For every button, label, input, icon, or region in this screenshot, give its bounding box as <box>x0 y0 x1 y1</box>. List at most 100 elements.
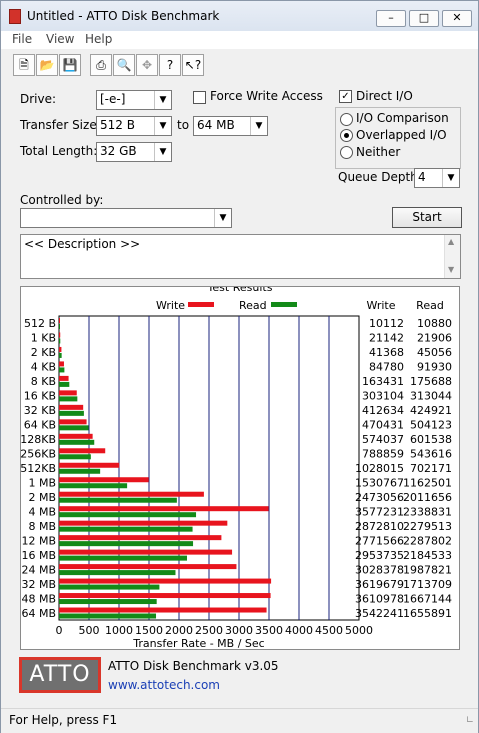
resize-grip-icon[interactable]: ∟ <box>466 715 474 726</box>
read-bar <box>59 381 70 387</box>
write-bar <box>59 564 237 570</box>
write-value-label: 1530767 <box>355 476 404 489</box>
open-icon[interactable]: 📂 <box>36 54 58 76</box>
category-label: 16 KB <box>24 390 56 403</box>
transfer-size-from-select[interactable]: 512 B ▼ <box>96 116 172 136</box>
x-tick-label: 5000 <box>345 624 373 637</box>
close-button[interactable]: ✕ <box>442 10 472 27</box>
read-bar <box>59 512 197 518</box>
io-comparison-radio[interactable] <box>340 113 353 126</box>
category-label: 2 KB <box>31 346 56 359</box>
menu-file[interactable]: File <box>12 32 32 46</box>
x-tick-label: 3000 <box>225 624 253 637</box>
category-label: 512 B <box>24 317 56 330</box>
print-icon[interactable]: ⎙ <box>90 54 112 76</box>
direct-io-label[interactable]: Direct I/O <box>356 89 413 103</box>
x-tick-label: 4000 <box>285 624 313 637</box>
write-value-label: 2872810 <box>355 520 404 533</box>
website-link[interactable]: www.attotech.com <box>108 678 220 692</box>
category-label: 512KB <box>21 462 56 475</box>
write-bar <box>59 477 149 483</box>
category-label: 4 KB <box>31 361 56 374</box>
chevron-down-icon: ▼ <box>250 117 267 135</box>
category-label: 1 KB <box>31 332 56 345</box>
direct-io-checkbox[interactable]: ✓ <box>339 90 352 103</box>
x-tick-label: 2000 <box>165 624 193 637</box>
description-textarea[interactable]: << Description >> ▲ ▼ <box>20 234 461 279</box>
new-icon[interactable]: 🗎 <box>13 54 35 76</box>
read-value-label: 702171 <box>410 462 452 475</box>
queue-depth-select[interactable]: 4 ▼ <box>414 168 460 188</box>
read-bar <box>59 468 101 474</box>
overlapped-io-label[interactable]: Overlapped I/O <box>356 128 447 142</box>
scroll-up-icon[interactable]: ▲ <box>448 237 454 246</box>
menu-view[interactable]: View <box>46 32 74 46</box>
read-bar <box>59 570 176 576</box>
drive-select[interactable]: [-e-] ▼ <box>96 90 172 110</box>
save-icon[interactable]: 💾 <box>59 54 81 76</box>
description-scrollbar[interactable]: ▲ ▼ <box>444 235 460 278</box>
write-value-label: 10112 <box>369 317 404 330</box>
read-value-label: 2184533 <box>403 549 452 562</box>
read-value-label: 424921 <box>410 404 452 417</box>
io-comparison-label[interactable]: I/O Comparison <box>356 111 449 125</box>
results-title: Test Results <box>207 287 273 294</box>
x-axis-label: Transfer Rate - MB / Sec <box>132 637 264 649</box>
read-value-label: 175688 <box>410 375 452 388</box>
chevron-down-icon: ▼ <box>154 91 171 109</box>
write-bar <box>59 491 204 497</box>
write-bar <box>59 419 87 425</box>
chevron-down-icon: ▼ <box>442 169 459 187</box>
read-bar <box>59 555 187 561</box>
read-bar <box>59 410 84 416</box>
write-value-label: 1028015 <box>355 462 404 475</box>
neither-label[interactable]: Neither <box>356 145 400 159</box>
write-bar <box>59 520 228 526</box>
category-label: 24 MB <box>21 563 56 576</box>
context-help-icon[interactable]: ↖? <box>182 54 204 76</box>
force-write-checkbox[interactable] <box>193 91 206 104</box>
write-bar <box>59 346 62 352</box>
write-value-label: 3542241 <box>355 607 404 620</box>
category-label: 32 KB <box>24 404 56 417</box>
transfer-size-to-select[interactable]: 64 MB ▼ <box>193 116 268 136</box>
scroll-down-icon[interactable]: ▼ <box>448 265 454 274</box>
product-name: ATTO Disk Benchmark v3.05 <box>108 659 279 673</box>
col-header-write: Write <box>366 299 395 312</box>
write-value-label: 303104 <box>362 390 404 403</box>
force-write-label[interactable]: Force Write Access <box>210 89 323 103</box>
read-bar <box>59 352 62 358</box>
help-icon[interactable]: ? <box>159 54 181 76</box>
total-length-select[interactable]: 32 GB ▼ <box>96 142 172 162</box>
neither-radio[interactable] <box>340 146 353 159</box>
minimize-button[interactable]: – <box>376 10 406 27</box>
print-preview-icon[interactable]: 🔍 <box>113 54 135 76</box>
start-button[interactable]: Start <box>392 207 462 228</box>
category-label: 64 KB <box>24 419 56 432</box>
write-value-label: 84780 <box>369 361 404 374</box>
read-bar <box>59 541 194 547</box>
atto-logo: ATTO <box>19 657 101 693</box>
chevron-down-icon: ▼ <box>214 209 231 227</box>
maximize-button[interactable]: □ <box>409 10 439 27</box>
write-bar <box>59 535 222 541</box>
controlled-by-label: Controlled by: <box>20 193 104 207</box>
to-label: to <box>177 118 190 132</box>
read-value-label: 91930 <box>417 361 452 374</box>
read-value-label: 1713709 <box>403 578 452 591</box>
overlapped-io-radio[interactable] <box>340 129 353 142</box>
menu-help[interactable]: Help <box>85 32 112 46</box>
write-bar <box>59 506 269 512</box>
write-value-label: 163431 <box>362 375 404 388</box>
read-bar <box>59 483 128 489</box>
drive-label: Drive: <box>20 92 57 106</box>
x-tick-label: 1500 <box>135 624 163 637</box>
move-icon[interactable]: ✥ <box>136 54 158 76</box>
controlled-by-select[interactable]: ▼ <box>20 208 232 228</box>
test-results-panel: Test Results Write Read Write Read 0 500 1000 15… <box>20 286 460 650</box>
write-value-label: 41368 <box>369 346 404 359</box>
write-bar <box>59 332 61 338</box>
title-bar[interactable]: Untitled - ATTO Disk Benchmark – □ ✕ <box>1 1 478 31</box>
write-bar <box>59 549 233 555</box>
read-bar <box>59 396 78 402</box>
